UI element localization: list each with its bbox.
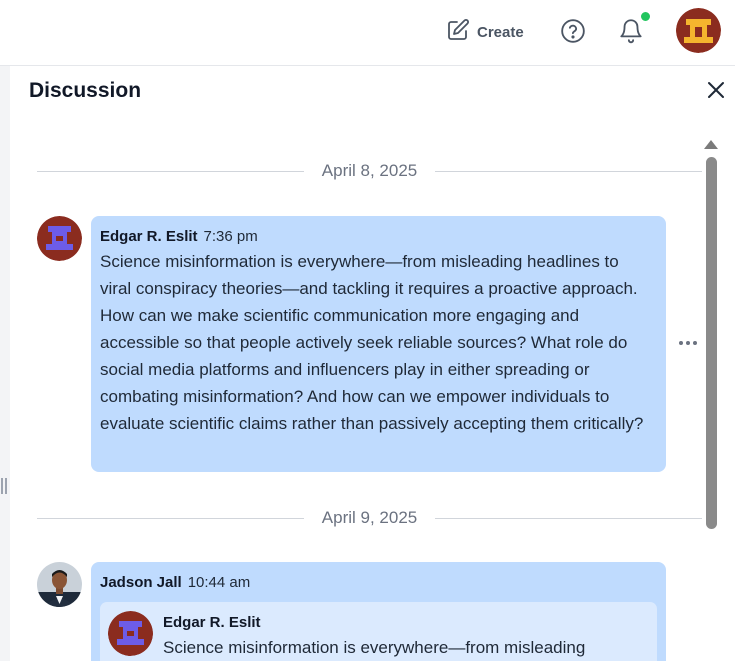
top-bar: Create xyxy=(0,0,735,66)
message-time: 10:44 am xyxy=(187,574,251,591)
resize-handle[interactable] xyxy=(1,478,8,494)
quoted-author: Edgar R. Eslit xyxy=(163,614,261,631)
message-options-button[interactable] xyxy=(679,338,699,348)
message-header: Edgar R. Eslit 7:36 pm xyxy=(100,226,652,247)
panel-title: Discussion xyxy=(29,79,142,102)
edit-icon xyxy=(446,18,470,47)
date-separator: April 8, 2025 xyxy=(37,161,703,181)
date-label: April 9, 2025 xyxy=(321,508,418,527)
avatar[interactable] xyxy=(37,216,82,261)
help-button[interactable] xyxy=(560,18,586,44)
message-author[interactable]: Jadson Jall xyxy=(100,574,182,591)
quoted-text: Science misinformation is everywhere—fro… xyxy=(163,638,586,657)
create-button[interactable]: Create xyxy=(446,18,524,47)
message-text: Science misinformation is everywhere—fro… xyxy=(100,252,644,433)
quoted-message[interactable]: Edgar R. Eslit Science misinformation is… xyxy=(100,602,657,661)
avatar[interactable] xyxy=(37,562,82,607)
scrollbar-thumb[interactable] xyxy=(706,157,717,529)
close-button[interactable] xyxy=(705,79,727,101)
create-label: Create xyxy=(477,23,524,41)
message-bubble: Edgar R. Eslit 7:36 pm Science misinform… xyxy=(91,216,666,472)
date-separator: April 9, 2025 xyxy=(37,508,703,528)
scroll-up-arrow[interactable] xyxy=(704,140,718,149)
notification-dot xyxy=(639,10,652,23)
message-header: Jadson Jall 10:44 am xyxy=(100,572,652,593)
help-icon xyxy=(561,19,585,43)
left-panel-edge xyxy=(0,66,10,661)
avatar xyxy=(108,611,153,656)
user-avatar[interactable] xyxy=(676,8,721,53)
more-dots-icon xyxy=(679,341,683,345)
date-label: April 8, 2025 xyxy=(321,161,418,180)
message-author[interactable]: Edgar R. Eslit xyxy=(100,228,198,245)
message-time: 7:36 pm xyxy=(203,228,258,245)
close-icon xyxy=(708,82,724,98)
